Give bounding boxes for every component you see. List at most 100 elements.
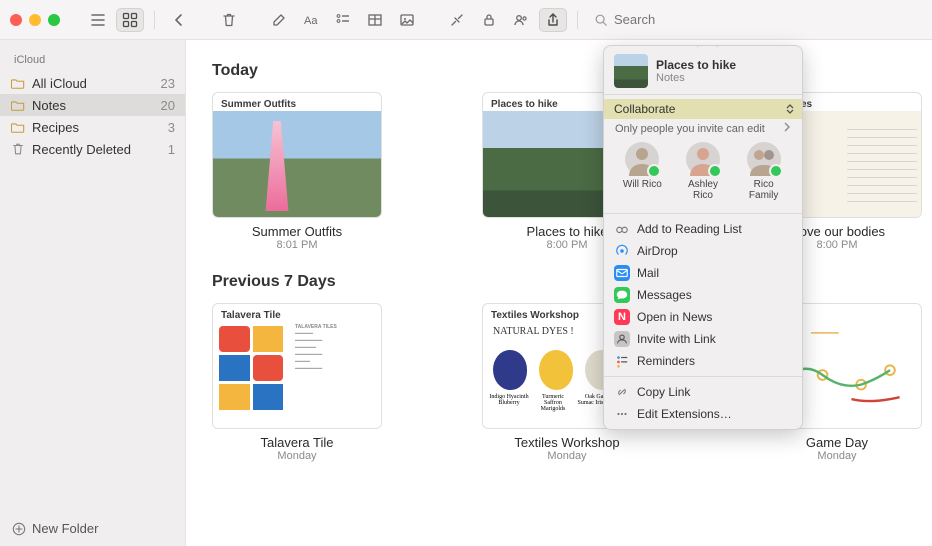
note-card-talavera-tile[interactable]: Talavera Tile TALAVERA TILES━━━━━━━━━━━━… <box>212 303 382 462</box>
share-news[interactable]: N Open in News <box>604 306 802 328</box>
note-time: Monday <box>212 450 382 462</box>
share-app-label: Mail <box>637 266 659 280</box>
chevron-right-icon <box>784 122 790 135</box>
folder-name: Notes <box>32 98 66 113</box>
people-icon <box>513 12 529 28</box>
share-button[interactable] <box>539 8 567 32</box>
folder-icon <box>10 97 26 113</box>
note-title: Talavera Tile <box>212 435 382 450</box>
share-airdrop[interactable]: AirDrop <box>604 240 802 262</box>
sidebar-item-all-icloud[interactable]: All iCloud 23 <box>0 72 185 94</box>
link-icon <box>614 384 630 400</box>
person-link-icon <box>614 331 630 347</box>
list-view-button[interactable] <box>84 8 112 32</box>
share-invite-link[interactable]: Invite with Link <box>604 328 802 350</box>
thumb-art-text: TALAVERA TILES━━━━━━━━━━━━━━━━━━━━━━━━━━… <box>295 324 375 373</box>
share-permissions-row[interactable]: Only people you invite can edit <box>604 119 802 138</box>
search-field[interactable] <box>588 12 734 27</box>
share-app-label: Open in News <box>637 310 712 324</box>
close-window-button[interactable] <box>10 14 22 26</box>
note-time: Monday <box>482 450 652 462</box>
thumbnail-art <box>213 111 381 217</box>
mail-icon <box>614 265 630 281</box>
checklist-icon <box>335 12 351 28</box>
collaborate-button[interactable] <box>507 8 535 32</box>
sidebar-item-notes[interactable]: Notes 20 <box>0 94 185 116</box>
sidebar-item-recipes[interactable]: Recipes 3 <box>0 116 185 138</box>
table-button[interactable] <box>361 8 389 32</box>
share-messages[interactable]: Messages <box>604 284 802 306</box>
share-reminders[interactable]: Reminders <box>604 350 802 372</box>
share-edit-extensions[interactable]: Edit Extensions… <box>604 403 802 425</box>
back-button[interactable] <box>165 8 193 32</box>
share-app-label: Invite with Link <box>637 332 716 346</box>
lock-icon <box>481 12 497 28</box>
glasses-icon <box>614 221 630 237</box>
popover-subtitle: Notes <box>656 72 736 84</box>
folder-name: All iCloud <box>32 76 87 91</box>
messages-icon <box>614 287 630 303</box>
note-thumbnail: Talavera Tile TALAVERA TILES━━━━━━━━━━━━… <box>212 303 382 429</box>
share-mail[interactable]: Mail <box>604 262 802 284</box>
share-footer-label: Edit Extensions… <box>637 407 732 421</box>
window-controls <box>10 14 60 26</box>
share-reading-list[interactable]: Add to Reading List <box>604 218 802 240</box>
share-mode-selector[interactable]: Collaborate <box>604 99 802 119</box>
format-button[interactable]: Aa <box>297 8 325 32</box>
search-icon <box>594 13 608 27</box>
plus-circle-icon <box>12 522 26 536</box>
sidebar: iCloud All iCloud 23 Notes 20 Recipes 3 … <box>0 40 186 546</box>
gallery-view-button[interactable] <box>116 8 144 32</box>
delete-button[interactable] <box>215 8 243 32</box>
share-person-will[interactable]: Will Rico <box>616 142 668 201</box>
more-icon <box>614 406 630 422</box>
new-folder-button[interactable]: New Folder <box>0 513 185 546</box>
share-app-label: Add to Reading List <box>637 222 742 236</box>
person-name: Rico Family <box>738 179 790 201</box>
share-footer-label: Copy Link <box>637 385 690 399</box>
fullscreen-window-button[interactable] <box>48 14 60 26</box>
share-person-rico-family[interactable]: Rico Family <box>738 142 790 201</box>
note-thumbnail: Summer Outfits <box>212 92 382 218</box>
link-button[interactable] <box>443 8 471 32</box>
search-input[interactable] <box>614 12 734 27</box>
trash-icon <box>10 141 26 157</box>
note-title: Textiles Workshop <box>482 435 652 450</box>
toolbar: Aa <box>84 8 922 32</box>
share-copy-link[interactable]: Copy Link <box>604 381 802 403</box>
sidebar-item-recently-deleted[interactable]: Recently Deleted 1 <box>0 138 185 160</box>
table-icon <box>367 12 383 28</box>
note-title: Game Day <box>752 435 922 450</box>
list-icon <box>90 12 106 28</box>
chevron-left-icon <box>171 12 187 28</box>
avatar <box>686 142 720 176</box>
share-people-strip: Will Rico Ashley Rico Rico Family <box>604 138 802 209</box>
person-name: Ashley Rico <box>677 179 729 201</box>
compose-button[interactable] <box>265 8 293 32</box>
thumb-art-heading: NATURAL DYES ! <box>493 326 574 337</box>
folder-count: 3 <box>168 120 175 135</box>
popover-note-thumbnail-icon <box>614 54 648 88</box>
trash-icon <box>221 12 237 28</box>
titlebar: Aa <box>0 0 932 40</box>
folder-name: Recipes <box>32 120 79 135</box>
media-button[interactable] <box>393 8 421 32</box>
note-card-summer-outfits[interactable]: Summer Outfits Summer Outfits 8:01 PM <box>212 92 382 251</box>
share-permission-label: Only people you invite can edit <box>615 123 765 135</box>
share-app-label: Messages <box>637 288 692 302</box>
checklist-button[interactable] <box>329 8 357 32</box>
folder-count: 20 <box>161 98 175 113</box>
popover-title: Places to hike <box>656 58 736 72</box>
grid-icon <box>122 12 138 28</box>
minimize-window-button[interactable] <box>29 14 41 26</box>
avatar <box>747 142 781 176</box>
airdrop-icon <box>614 243 630 259</box>
share-person-ashley[interactable]: Ashley Rico <box>677 142 729 201</box>
new-folder-label: New Folder <box>32 521 98 536</box>
thumb-title: Talavera Tile <box>213 304 381 323</box>
share-popover: Places to hike Notes Collaborate Only pe… <box>603 45 803 430</box>
note-title: Summer Outfits <box>212 224 382 239</box>
thumb-art-label: Turmeric Saffron Marigolds <box>533 394 573 412</box>
lock-button[interactable] <box>475 8 503 32</box>
share-icon <box>545 12 561 28</box>
